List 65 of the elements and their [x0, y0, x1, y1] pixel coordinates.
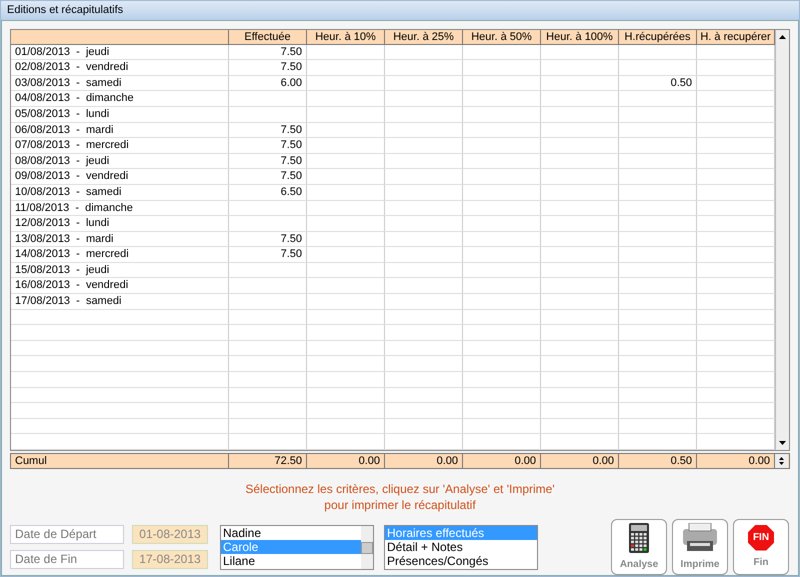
- column-header: Heur. à 50%: [463, 30, 541, 44]
- table-cell: 06/08/2013 - mardi: [11, 122, 229, 138]
- table-cell: 6.00: [229, 76, 307, 90]
- total-cell: 0.00: [385, 454, 463, 468]
- list-item[interactable]: Lilane: [221, 554, 361, 568]
- scroll-thumb[interactable]: [361, 542, 373, 554]
- table-cell: 14/08/2013 - mercredi: [11, 247, 229, 262]
- instruction-text: pour imprimer le récapitulatif: [324, 497, 476, 513]
- toolbar-button[interactable]: Analyse: [611, 519, 667, 575]
- stop-sign-icon: FIN: [748, 524, 774, 550]
- date-label: Date de Fin: [10, 550, 124, 569]
- total-cell: 0.00: [541, 454, 619, 468]
- instruction-text: Sélectionnez les critères, cliquez sur 'Analyse' et 'Imprime': [245, 481, 555, 497]
- table-cell: 02/08/2013 - vendredi: [11, 60, 229, 75]
- total-cell: Cumul: [11, 454, 229, 468]
- total-cell: 0.00: [307, 454, 385, 468]
- list-item[interactable]: Nadine: [221, 526, 361, 540]
- table-cell: 7.50: [229, 44, 307, 60]
- report-list[interactable]: Horaires effectués Détail + Notes Présences/Congés: [384, 525, 538, 570]
- table-cell: 17/08/2013 - samedi: [11, 294, 229, 309]
- table-cell: 16/08/2013 - vendredi: [11, 278, 229, 294]
- spinner-icon[interactable]: [775, 454, 788, 468]
- calculator-icon: [629, 522, 649, 552]
- date-field[interactable]: 17-08-2013: [132, 550, 208, 569]
- window-title: Editions et récapitulatifs: [7, 3, 124, 18]
- employee-list[interactable]: Nadine Carole Lilane: [220, 525, 374, 570]
- list-item[interactable]: Carole: [221, 540, 361, 554]
- table-cell: 03/08/2013 - samedi: [11, 76, 229, 90]
- table-cell: 11/08/2013 - dimanche: [11, 200, 229, 216]
- table-cell: 7.50: [229, 60, 307, 75]
- column-header: Heur. à 100%: [541, 30, 619, 44]
- table-cell: 01/08/2013 - jeudi: [11, 44, 229, 60]
- table-cell: 13/08/2013 - mardi: [11, 232, 229, 246]
- table-cell: 07/08/2013 - mercredi: [11, 138, 229, 153]
- column-header: Effectuée: [229, 30, 307, 44]
- scrollbar[interactable]: [775, 30, 789, 450]
- table-cell: 04/08/2013 - dimanche: [11, 91, 229, 106]
- total-cell: 72.50: [229, 454, 307, 468]
- table-cell: 7.50: [229, 154, 307, 168]
- toolbar-button[interactable]: Imprime: [672, 519, 728, 575]
- table-cell: 7.50: [229, 232, 307, 246]
- column-header: Heur. à 10%: [307, 30, 385, 44]
- total-cell: 0.50: [619, 454, 697, 468]
- toolbar-button[interactable]: FIN Fin: [733, 519, 789, 575]
- printer-icon: [681, 522, 719, 552]
- table-cell: 0.50: [619, 76, 697, 90]
- date-label: Date de Départ: [10, 525, 124, 544]
- date-field[interactable]: 01-08-2013: [132, 525, 208, 544]
- table-cell: 12/08/2013 - lundi: [11, 216, 229, 231]
- table-cell: 15/08/2013 - jeudi: [11, 262, 229, 278]
- list-item[interactable]: Présences/Congés: [385, 554, 537, 568]
- table-cell: 7.50: [229, 169, 307, 184]
- table-cell: 05/08/2013 - lundi: [11, 106, 229, 122]
- table-cell: 09/08/2013 - vendredi: [11, 169, 229, 184]
- table-cell: 6.50: [229, 184, 307, 200]
- list-item[interactable]: Détail + Notes: [385, 540, 537, 554]
- list-item[interactable]: Horaires effectués: [385, 526, 537, 540]
- table-cell: 08/08/2013 - jeudi: [11, 154, 229, 168]
- table-cell: 7.50: [229, 122, 307, 138]
- total-cell: 0.00: [463, 454, 541, 468]
- table-cell: 10/08/2013 - samedi: [11, 184, 229, 200]
- table-cell: 7.50: [229, 138, 307, 153]
- column-header: H.récupérées: [619, 30, 697, 44]
- column-header: Heur. à 25%: [385, 30, 463, 44]
- table-cell: 7.50: [229, 247, 307, 262]
